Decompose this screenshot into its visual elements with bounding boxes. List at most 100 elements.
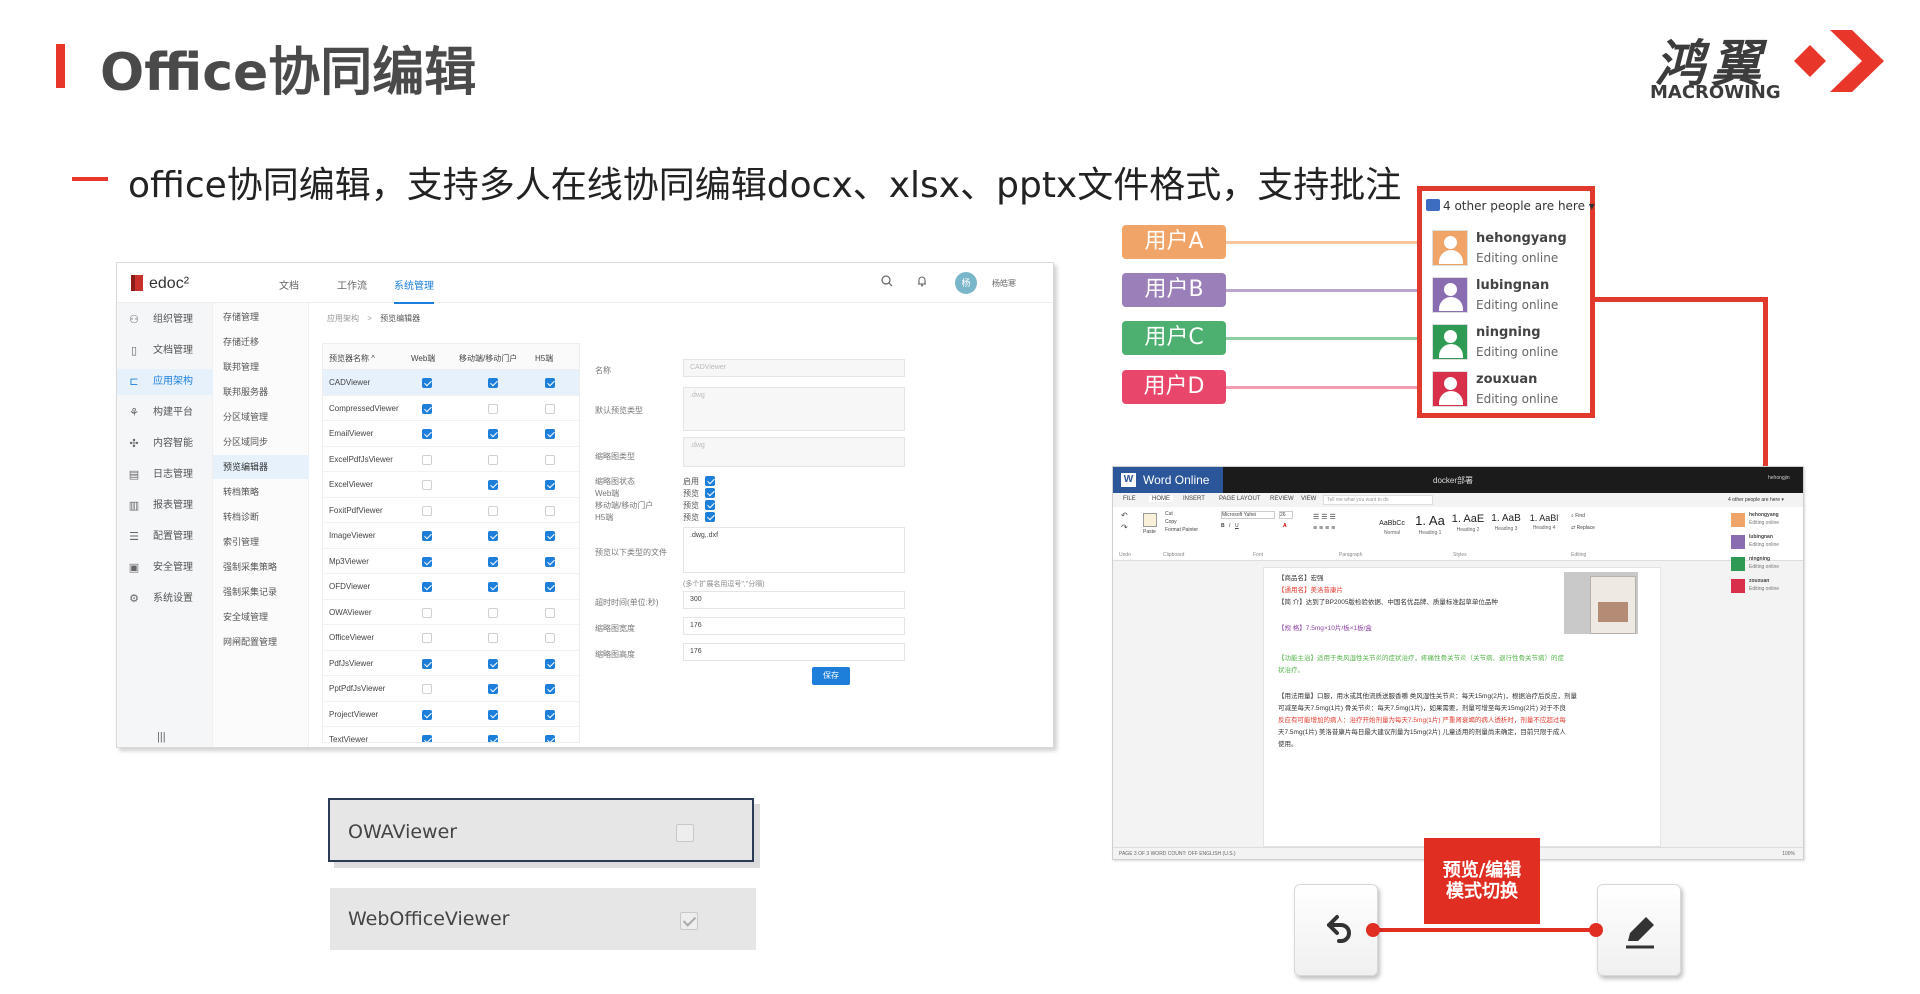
table-row[interactable]: ImageViewer xyxy=(323,523,579,549)
owa-viewer-item[interactable]: OWAViewer xyxy=(328,798,754,862)
h5-checkbox[interactable] xyxy=(545,633,555,643)
sidebar-item-arch[interactable]: ⊏ 应用架构 xyxy=(117,369,213,395)
sidebar-item-org[interactable]: ⚇ 组织管理 xyxy=(117,307,213,333)
mobile-checkbox[interactable] xyxy=(488,709,498,720)
table-row[interactable]: PdfJsViewer xyxy=(323,651,579,676)
word-presence-user[interactable]: ningning Editing online xyxy=(1731,555,1801,575)
presence-header[interactable]: 4 other people are here ▾ xyxy=(1426,199,1595,213)
table-row[interactable]: ProjectViewer xyxy=(323,702,579,727)
col-name[interactable]: 预览器名称 ^ xyxy=(329,353,375,364)
word-presence-header[interactable]: 4 other people are here ▾ xyxy=(1728,497,1784,503)
h5-checkbox[interactable] xyxy=(545,454,555,465)
tab-review[interactable]: REVIEW xyxy=(1270,496,1294,502)
presence-user[interactable]: lubingnan Editing online xyxy=(1432,274,1582,318)
web-checkbox[interactable] xyxy=(422,684,432,694)
sidebar-item-security[interactable]: ▣ 安全管理 xyxy=(117,555,213,581)
tell-me-input[interactable]: Tell me what you want to do xyxy=(1323,495,1433,505)
bullets-icon[interactable]: ☰ ☰ ☰ xyxy=(1313,513,1336,521)
web-checkbox[interactable] xyxy=(422,403,432,414)
mobile-checkbox[interactable] xyxy=(488,531,498,541)
ext-field[interactable]: .dwg,.dxf xyxy=(683,527,905,573)
submenu-item[interactable]: 索引管理 xyxy=(213,530,309,554)
table-row[interactable]: CADViewer xyxy=(323,370,579,396)
paste-icon[interactable] xyxy=(1143,513,1157,527)
user-avatar[interactable]: 杨 xyxy=(955,272,977,294)
align-icon[interactable]: ≡ ≡ ≡ ≡ xyxy=(1313,525,1335,532)
sidebar-item-ai[interactable]: ✣ 内容智能 xyxy=(117,431,213,457)
tab-file[interactable]: FILE xyxy=(1123,496,1136,502)
web-checkbox[interactable] xyxy=(422,735,432,742)
word-user[interactable]: hehongjin xyxy=(1768,475,1790,481)
replace-button[interactable]: ⇄ Replace xyxy=(1571,525,1595,531)
redo-icon[interactable]: ↷ xyxy=(1121,523,1128,532)
submenu-item[interactable]: 联邦管理 xyxy=(213,355,309,379)
h5-checkbox[interactable] xyxy=(545,403,555,414)
web-checkbox[interactable] xyxy=(422,607,432,618)
mobile-checkbox[interactable] xyxy=(488,633,498,643)
table-row[interactable]: PptPdfJsViewer xyxy=(323,676,579,702)
mobile-checkbox[interactable] xyxy=(705,500,715,510)
paste-label[interactable]: Paste xyxy=(1143,529,1156,535)
nav-documents[interactable]: 文档 xyxy=(279,277,299,292)
mobile-checkbox[interactable] xyxy=(488,480,498,490)
h5-checkbox[interactable] xyxy=(545,556,555,567)
style-heading-2[interactable]: 1. AaE Heading 2 xyxy=(1449,513,1487,539)
undo-icon[interactable]: ↶ xyxy=(1121,511,1128,520)
nav-system-management[interactable]: 系统管理 xyxy=(394,277,434,304)
h5-checkbox[interactable] xyxy=(545,735,555,742)
search-icon[interactable] xyxy=(879,275,895,291)
web-checkbox[interactable] xyxy=(422,531,432,541)
web-checkbox[interactable] xyxy=(422,633,432,643)
sidebar-item-config[interactable]: ☰ 配置管理 xyxy=(117,524,213,550)
web-checkbox[interactable] xyxy=(422,658,432,669)
sidebar-item-log[interactable]: ▤ 日志管理 xyxy=(117,462,213,488)
edoc-logo[interactable]: edoc² xyxy=(131,275,189,293)
table-row[interactable]: OfficeViewer xyxy=(323,625,579,651)
mobile-checkbox[interactable] xyxy=(488,658,498,669)
sidebar-item-doc[interactable]: ▯ 文档管理 xyxy=(117,338,213,364)
bold-button[interactable]: B xyxy=(1221,523,1225,529)
menu-toggle-icon[interactable]: ||| xyxy=(157,731,166,743)
tab-view[interactable]: VIEW xyxy=(1301,496,1316,502)
breadcrumb-item[interactable]: 应用架构 xyxy=(327,314,359,323)
table-row[interactable]: OFDViewer xyxy=(323,574,579,600)
user-name[interactable]: 杨皓寒 xyxy=(992,278,1016,289)
copy-button[interactable]: Copy xyxy=(1165,519,1177,525)
submenu-item[interactable]: 转档策略 xyxy=(213,480,309,504)
format-painter-button[interactable]: Format Painter xyxy=(1165,527,1198,533)
mobile-checkbox[interactable] xyxy=(488,607,498,618)
web-checkbox[interactable] xyxy=(422,454,432,465)
timeout-field[interactable]: 300 xyxy=(683,591,905,609)
web-checkbox[interactable] xyxy=(422,505,432,516)
h5-checkbox[interactable] xyxy=(545,658,555,669)
word-brand[interactable]: Word Online xyxy=(1113,467,1223,493)
h5-checkbox[interactable] xyxy=(545,378,555,388)
font-size-select[interactable]: 26 xyxy=(1279,511,1293,519)
submenu-item[interactable]: 强制采集记录 xyxy=(213,580,309,604)
word-presence-user[interactable]: lubingnan Editing online xyxy=(1731,533,1801,553)
mobile-checkbox[interactable] xyxy=(488,684,498,694)
table-row[interactable]: EmailViewer xyxy=(323,421,579,447)
presence-user[interactable]: hehongyang Editing online xyxy=(1432,227,1582,271)
web-checkbox[interactable] xyxy=(422,709,432,720)
mobile-checkbox[interactable] xyxy=(488,556,498,567)
thumb-width-field[interactable]: 176 xyxy=(683,617,905,635)
edit-mode-button[interactable] xyxy=(1597,884,1681,976)
default-type-field[interactable]: .dwg xyxy=(683,387,905,431)
mobile-checkbox[interactable] xyxy=(488,378,498,388)
presence-user[interactable]: zouxuan Editing online xyxy=(1432,368,1582,412)
table-row[interactable]: ExcelPdfJsViewer xyxy=(323,447,579,472)
weboffice-viewer-item[interactable]: WebOfficeViewer xyxy=(330,888,756,950)
table-row[interactable]: Mp3Viewer xyxy=(323,549,579,574)
h5-checkbox[interactable] xyxy=(545,709,555,720)
save-button[interactable]: 保存 xyxy=(812,667,850,685)
font-color-button[interactable]: A xyxy=(1283,523,1287,529)
thumb-type-field[interactable]: .dwg xyxy=(683,437,905,467)
sidebar-item-settings[interactable]: ⚙ 系统设置 xyxy=(117,586,213,612)
mobile-checkbox[interactable] xyxy=(488,403,498,414)
web-checkbox[interactable] xyxy=(705,488,715,498)
table-row[interactable]: CompressedViewer xyxy=(323,396,579,421)
h5-checkbox[interactable] xyxy=(545,505,555,516)
nav-workflow[interactable]: 工作流 xyxy=(337,277,367,292)
h5-checkbox[interactable] xyxy=(545,531,555,541)
